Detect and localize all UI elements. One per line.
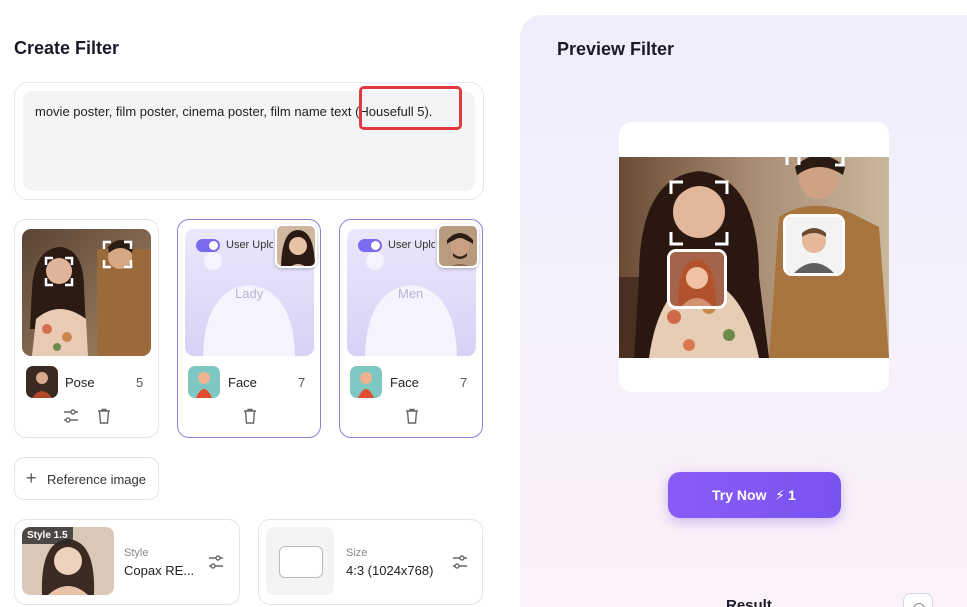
face-label: Face	[228, 375, 257, 390]
user-upload-label: User Uplo	[226, 239, 273, 251]
face-swap-thumbnail-men	[783, 214, 845, 276]
size-card[interactable]: Size 4:3 (1024x768)	[258, 519, 483, 605]
aspect-ratio-icon	[279, 546, 323, 578]
men-reference-thumbnail	[437, 224, 479, 268]
trash-icon[interactable]	[241, 407, 259, 425]
face-card-men[interactable]: User Uplo Men Face 7	[339, 219, 483, 438]
size-caption: Size	[346, 547, 368, 559]
pose-thumbnail	[22, 229, 151, 356]
reference-image-label: Reference image	[47, 472, 146, 487]
lady-reference-thumbnail	[275, 224, 317, 268]
try-now-button[interactable]: Try Now ⚡ 1	[668, 472, 841, 518]
style-value: Copax RE...	[124, 563, 195, 578]
adjust-icon[interactable]	[451, 553, 469, 571]
preview-filter-title: Preview Filter	[557, 39, 675, 59]
face-mini-thumbnail	[188, 366, 220, 398]
credit-count: 1	[788, 487, 796, 503]
face-swap-thumbnail-lady	[667, 249, 727, 309]
plus-icon: +	[26, 468, 37, 488]
pose-count: 5	[136, 375, 144, 390]
style-caption: Style	[124, 547, 149, 559]
pose-label: Pose	[65, 375, 95, 390]
preview-image	[619, 157, 889, 358]
face-label: Face	[390, 375, 419, 390]
pose-card[interactable]: Pose 5	[14, 219, 159, 438]
result-title: Result	[726, 597, 772, 607]
lightning-icon: ⚡	[775, 487, 785, 503]
lady-placeholder: Lady	[235, 286, 264, 301]
adjust-icon[interactable]	[207, 553, 225, 571]
pose-mini-thumbnail	[26, 366, 58, 398]
size-thumbnail	[266, 527, 334, 595]
highlight-box	[359, 86, 462, 130]
style-thumbnail: Style 1.5	[22, 527, 114, 595]
trash-icon[interactable]	[95, 407, 113, 425]
user-upload-label: User Uplo	[388, 239, 435, 251]
user-upload-toggle[interactable]	[358, 239, 382, 252]
trash-icon[interactable]	[403, 407, 421, 425]
reference-image-button[interactable]: + Reference image	[14, 457, 159, 500]
try-now-label: Try Now	[712, 487, 767, 503]
info-icon[interactable]	[903, 593, 933, 607]
style-badge: Style 1.5	[22, 527, 73, 544]
style-card[interactable]: Style 1.5 Style Copax RE...	[14, 519, 240, 605]
create-filter-title: Create Filter	[14, 38, 120, 58]
face-mini-thumbnail	[350, 366, 382, 398]
create-filter-panel: Create Filter movie poster, film poster,…	[0, 0, 505, 607]
user-upload-toggle[interactable]	[196, 239, 220, 252]
men-placeholder: Men	[398, 286, 424, 301]
face-count: 7	[460, 375, 468, 390]
adjust-icon[interactable]	[62, 407, 80, 425]
size-value: 4:3 (1024x768)	[346, 563, 434, 578]
face-count: 7	[298, 375, 306, 390]
face-card-lady[interactable]: User Uplo Lady Face 7	[177, 219, 321, 438]
